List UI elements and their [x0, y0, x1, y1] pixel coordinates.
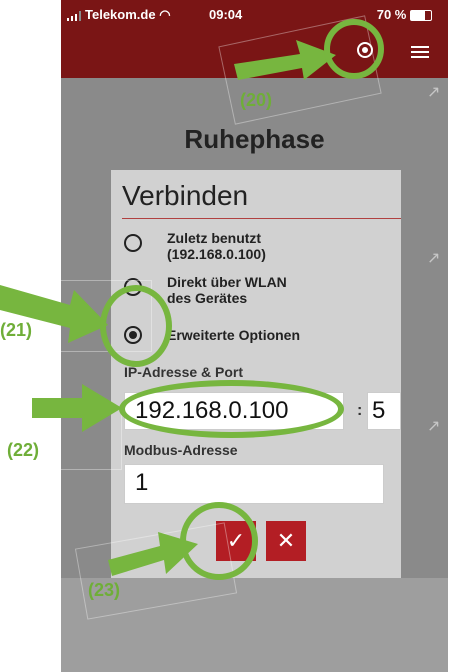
annotation-label-21: (21) — [0, 320, 33, 340]
annotation-arrow-22 — [32, 384, 122, 432]
annotation-label-22: (22) — [7, 440, 40, 460]
annotation-circle-21 — [100, 285, 172, 367]
annotation-arrow-20 — [234, 40, 336, 80]
annotation-label-23: (23) — [88, 580, 121, 600]
annotation-circle-23 — [180, 502, 258, 580]
annotation-circle-22 — [119, 380, 344, 438]
annotation-label-20: (20) — [240, 90, 273, 110]
annotation-circle-20 — [324, 19, 384, 79]
